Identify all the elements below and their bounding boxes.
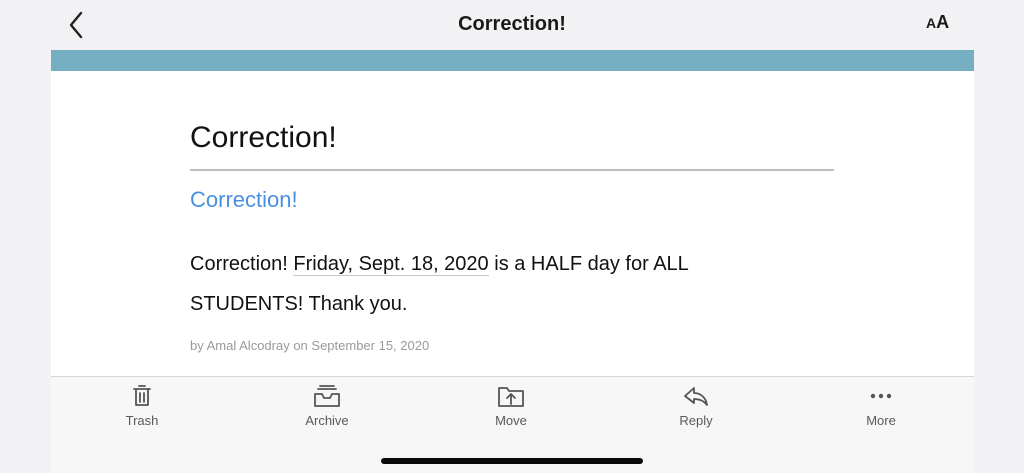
article-subhead-link[interactable]: Correction! xyxy=(190,187,834,213)
article: Correction! Correction! Correction! Frid… xyxy=(190,121,834,353)
date-link[interactable]: Friday, Sept. 18, 2020 xyxy=(293,253,489,276)
move-button[interactable]: Move xyxy=(466,383,556,435)
more-dots-icon xyxy=(870,393,892,399)
more-label: More xyxy=(866,413,896,428)
reply-button[interactable]: Reply xyxy=(651,383,741,435)
article-headline: Correction! xyxy=(190,121,337,154)
archive-icon xyxy=(314,385,340,407)
home-indicator[interactable] xyxy=(381,458,643,464)
text-size-button[interactable]: AA xyxy=(926,12,949,33)
text-size-small-glyph: A xyxy=(926,15,937,31)
reply-icon xyxy=(684,387,708,406)
navigation-bar: Correction! AA xyxy=(0,0,1024,50)
more-button[interactable]: More xyxy=(836,383,926,435)
move-folder-icon xyxy=(498,387,524,407)
trash-icon xyxy=(133,385,151,406)
reply-label: Reply xyxy=(679,413,713,428)
divider xyxy=(190,169,834,171)
message-card: Correction! Correction! Correction! Frid… xyxy=(51,50,974,376)
page-title: Correction! xyxy=(458,13,566,35)
header-band xyxy=(51,50,974,71)
text-size-large-glyph: A xyxy=(936,12,950,32)
trash-label: Trash xyxy=(125,413,159,428)
archive-label: Archive xyxy=(305,413,349,428)
article-body: Correction! Friday, Sept. 18, 2020 is a … xyxy=(190,244,790,324)
move-label: Move xyxy=(495,413,527,428)
trash-button[interactable]: Trash xyxy=(97,383,187,435)
body-text-prefix: Correction! xyxy=(190,253,294,275)
article-byline: by Amal Alcodray on September 15, 2020 xyxy=(190,338,430,353)
archive-button[interactable]: Archive xyxy=(282,383,372,435)
